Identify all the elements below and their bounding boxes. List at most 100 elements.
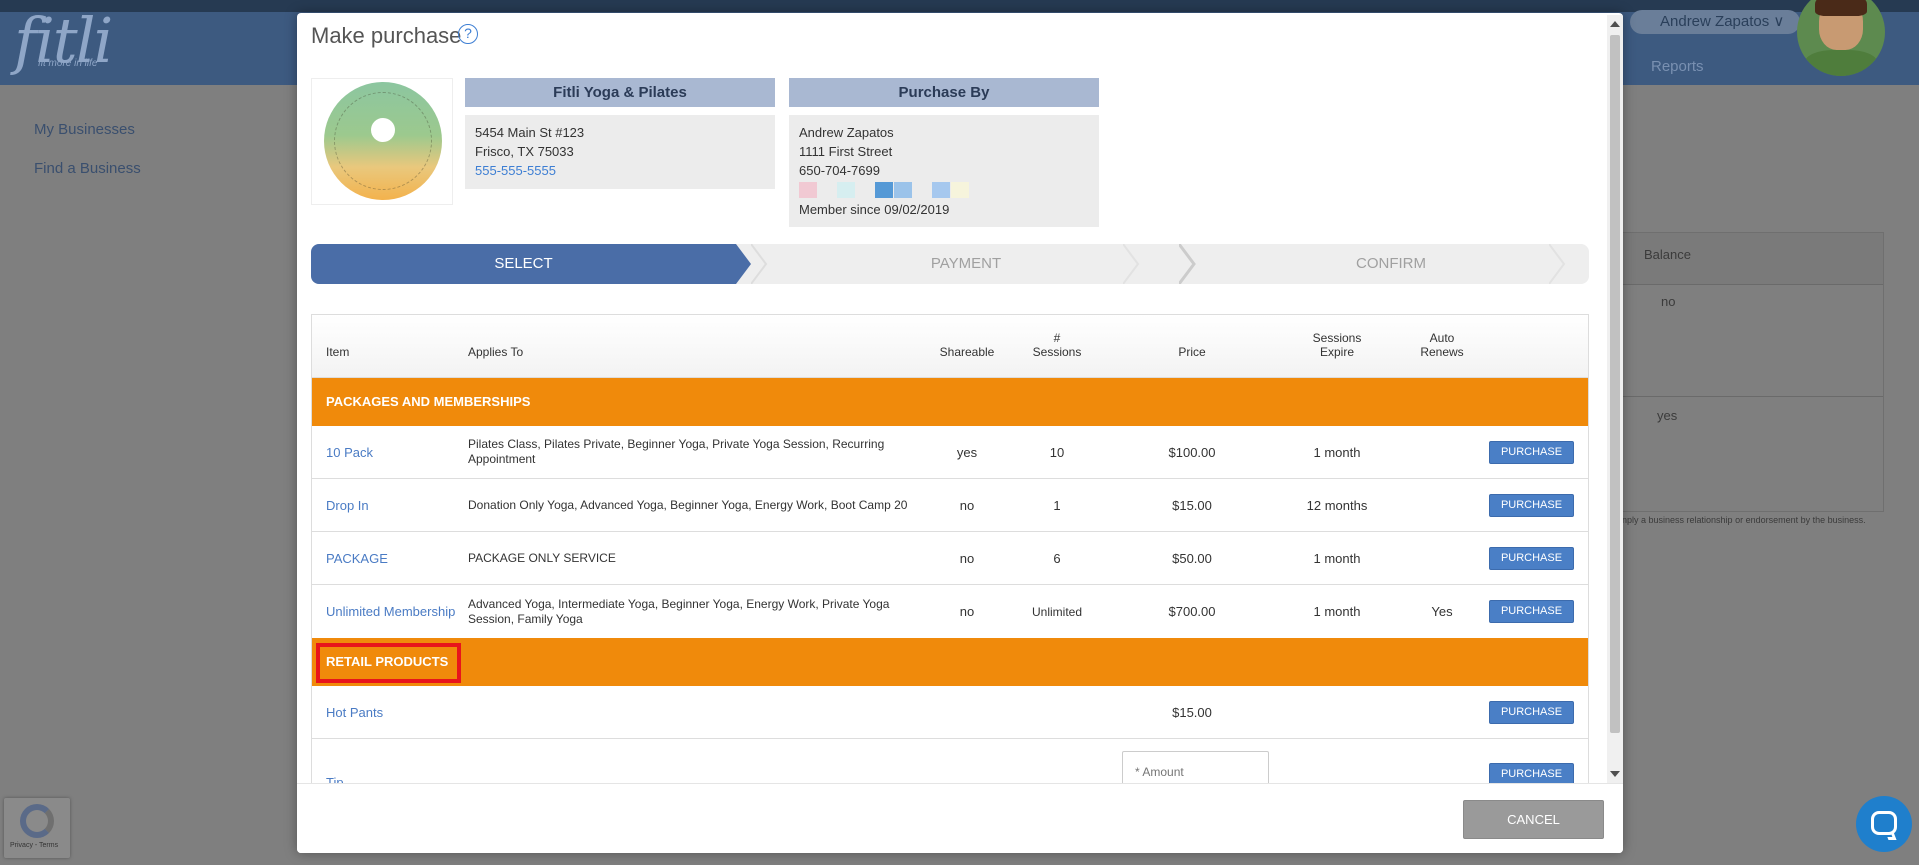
col-expire-line2: Expire bbox=[1319, 345, 1354, 359]
scroll-down-icon[interactable] bbox=[1610, 771, 1620, 777]
color-swatch bbox=[913, 182, 931, 198]
applies-to: PACKAGE ONLY SERVICE bbox=[468, 550, 616, 565]
user-menu[interactable]: Andrew Zapatos ∨ bbox=[1630, 10, 1800, 34]
col-sessions-line1: # bbox=[1053, 331, 1061, 345]
sessions: 6 bbox=[1053, 550, 1061, 566]
business-card: Fitli Yoga & Pilates 5454 Main St #123 F… bbox=[465, 78, 775, 189]
col-applies-to: Applies To bbox=[468, 345, 524, 359]
purchase-button[interactable]: PURCHASE bbox=[1489, 701, 1574, 724]
purchaser-header: Purchase By bbox=[789, 78, 1099, 107]
col-price: Price bbox=[1178, 345, 1206, 359]
bg-balance-header: Balance bbox=[1644, 247, 1691, 262]
user-name: Andrew Zapatos bbox=[1660, 13, 1770, 30]
scroll-up-icon[interactable] bbox=[1610, 21, 1620, 27]
color-swatch bbox=[799, 182, 817, 198]
color-swatch bbox=[856, 182, 874, 198]
business-address-line2: Frisco, TX 75033 bbox=[475, 144, 574, 159]
applies-to: Pilates Class, Pilates Private, Beginner… bbox=[468, 437, 885, 466]
purchaser-name: Andrew Zapatos bbox=[799, 125, 894, 140]
col-sessions-line2: Sessions bbox=[1032, 345, 1082, 359]
step-divider bbox=[1549, 244, 1566, 284]
auto-renews bbox=[1392, 479, 1492, 531]
tip-amount-input[interactable] bbox=[1122, 751, 1269, 783]
products-table: Item Applies To Shareable # Sessions Pri… bbox=[311, 314, 1589, 783]
col-item: Item bbox=[326, 345, 350, 359]
business-logo bbox=[311, 78, 453, 205]
table-row: Hot Pants $15.00 PURCHASE bbox=[312, 686, 1588, 739]
modal-body: Make purchase ? Fitli Yoga & Pilates 545… bbox=[297, 13, 1607, 783]
col-renews-line1: Auto bbox=[1429, 331, 1455, 345]
avatar[interactable] bbox=[1797, 0, 1885, 76]
background-table bbox=[1622, 232, 1884, 512]
purchaser-street: 1111 First Street bbox=[799, 144, 893, 159]
step-confirm: CONFIRM bbox=[1356, 255, 1426, 272]
sessions-expire: 1 month bbox=[1313, 604, 1361, 619]
section-packages-memberships: PACKAGES AND MEMBERSHIPS bbox=[312, 378, 1588, 426]
cancel-button[interactable]: CANCEL bbox=[1463, 800, 1604, 839]
table-header: Item Applies To Shareable # Sessions Pri… bbox=[312, 315, 1588, 378]
nav-reports[interactable]: Reports bbox=[1651, 58, 1704, 75]
item-link[interactable]: Tip bbox=[326, 775, 344, 784]
applies-to: Donation Only Yoga, Advanced Yoga, Begin… bbox=[468, 497, 908, 512]
color-swatch bbox=[837, 182, 855, 198]
color-swatch bbox=[932, 182, 950, 198]
color-swatch bbox=[894, 182, 912, 198]
step-divider bbox=[1123, 244, 1140, 284]
modal-footer: CANCEL bbox=[297, 783, 1623, 853]
item-link[interactable]: Unlimited Membership bbox=[326, 604, 455, 619]
highlight-box bbox=[316, 643, 461, 683]
purchaser-color-swatches bbox=[799, 182, 1089, 198]
auto-renews: Yes bbox=[1431, 604, 1453, 619]
purchaser-phone: 650-704-7699 bbox=[799, 163, 880, 178]
sidebar-item-find-business[interactable]: Find a Business bbox=[34, 160, 141, 177]
table-row: 10 Pack Pilates Class, Pilates Private, … bbox=[312, 426, 1588, 479]
item-link[interactable]: Hot Pants bbox=[326, 705, 383, 720]
recaptcha-links[interactable]: Privacy - Terms bbox=[10, 842, 58, 849]
sessions-expire: 1 month bbox=[1313, 550, 1361, 566]
bg-value-yes: yes bbox=[1657, 408, 1678, 423]
logo-tagline: fit more in life bbox=[38, 58, 98, 69]
modal-scrollbar[interactable] bbox=[1607, 15, 1623, 783]
member-since: Member since 09/02/2019 bbox=[799, 202, 950, 217]
purchase-button[interactable]: PURCHASE bbox=[1489, 600, 1574, 623]
item-link[interactable]: Drop In bbox=[326, 498, 369, 513]
purchase-button[interactable]: PURCHASE bbox=[1489, 441, 1574, 464]
bg-value-no: no bbox=[1661, 294, 1676, 309]
table-row: Drop In Donation Only Yoga, Advanced Yog… bbox=[312, 479, 1588, 532]
item-link[interactable]: PACKAGE bbox=[326, 551, 388, 566]
auto-renews bbox=[1392, 426, 1492, 478]
sessions: Unlimited bbox=[1031, 604, 1082, 619]
recaptcha-icon bbox=[20, 804, 54, 838]
step-select: SELECT bbox=[494, 255, 553, 272]
auto-renews bbox=[1392, 532, 1492, 584]
business-address-line1: 5454 Main St #123 bbox=[475, 125, 585, 140]
business-name: Fitli Yoga & Pilates bbox=[465, 78, 775, 107]
color-swatch bbox=[875, 182, 893, 198]
color-swatch bbox=[818, 182, 836, 198]
price: $15.00 bbox=[1172, 704, 1212, 720]
color-swatch bbox=[951, 182, 969, 198]
recaptcha-badge[interactable]: Privacy - Terms bbox=[4, 798, 70, 858]
yoga-person-icon bbox=[371, 118, 395, 142]
business-phone-link[interactable]: 555-555-5555 bbox=[475, 161, 765, 180]
modal-title: Make purchase bbox=[311, 23, 462, 48]
col-renews-line2: Renews bbox=[1420, 345, 1464, 359]
item-link[interactable]: 10 Pack bbox=[326, 445, 373, 460]
chat-launcher-button[interactable] bbox=[1856, 796, 1912, 852]
sidebar-item-my-businesses[interactable]: My Businesses bbox=[34, 121, 135, 138]
scroll-thumb[interactable] bbox=[1610, 35, 1620, 733]
price: $15.00 bbox=[1172, 497, 1212, 513]
section-retail-products: RETAIL PRODUCTS bbox=[312, 638, 1588, 686]
sessions-expire: 1 month bbox=[1313, 444, 1361, 460]
purchase-steps: SELECT PAYMENT CONFIRM bbox=[311, 244, 1589, 284]
sessions: 1 bbox=[1053, 497, 1061, 513]
purchase-button[interactable]: PURCHASE bbox=[1489, 494, 1574, 517]
sessions: 10 bbox=[1049, 444, 1065, 460]
purchase-button[interactable]: PURCHASE bbox=[1489, 763, 1574, 783]
purchaser-card: Purchase By Andrew Zapatos 1111 First St… bbox=[789, 78, 1099, 227]
price: $700.00 bbox=[1168, 604, 1216, 619]
table-row: Unlimited Membership Advanced Yoga, Inte… bbox=[312, 585, 1588, 638]
help-icon[interactable]: ? bbox=[458, 24, 478, 44]
purchase-button[interactable]: PURCHASE bbox=[1489, 547, 1574, 570]
bg-footnote: nply a business relationship or endorsem… bbox=[1622, 515, 1866, 525]
